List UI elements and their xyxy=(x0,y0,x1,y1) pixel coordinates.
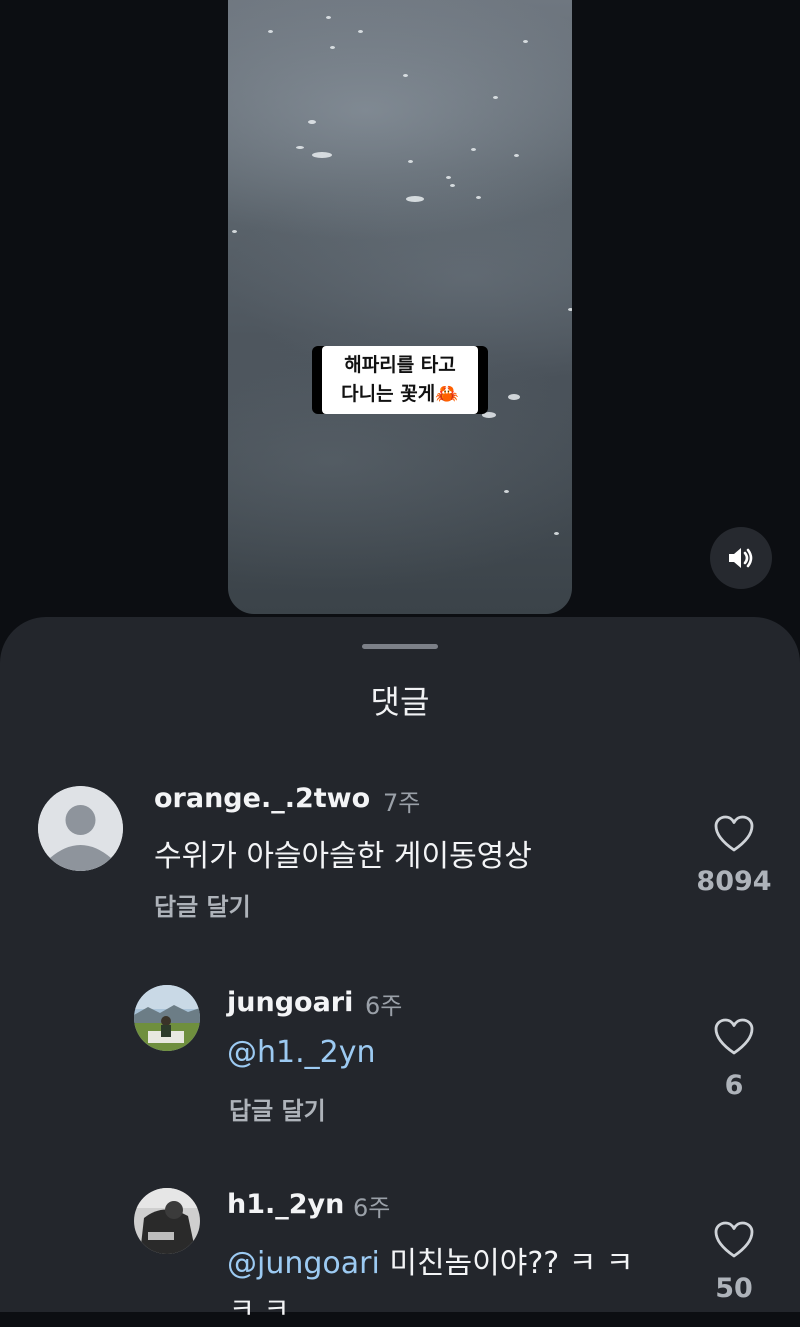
comment-text: 수위가 아슬아슬한 게이동영상 xyxy=(154,839,532,874)
sheet-drag-handle[interactable] xyxy=(362,644,438,649)
comments-sheet: 댓글 orange._.2two 7주 수위가 아슬아슬한 게이동영상 답글 달… xyxy=(0,617,800,1325)
speaker-on-icon xyxy=(729,548,753,568)
sheet-title: 댓글 xyxy=(370,683,430,721)
comment-text-continued: ㅋ ㅋ xyxy=(229,1292,290,1325)
avatar[interactable] xyxy=(38,786,123,871)
landscape-photo-avatar xyxy=(134,985,200,1051)
comment-time: 6주 xyxy=(365,992,403,1020)
like-heart-icon[interactable] xyxy=(714,1018,754,1056)
sound-toggle-button[interactable] xyxy=(710,527,772,589)
comment-text: @jungoari 미친놈이야?? ㅋ ㅋ xyxy=(227,1246,634,1281)
like-count: 50 xyxy=(715,1273,753,1304)
avatar[interactable] xyxy=(134,1188,200,1254)
comment-username[interactable]: jungoari xyxy=(227,987,353,1018)
comment-username[interactable]: h1._2yn xyxy=(227,1189,344,1220)
comment-text: @h1._2yn xyxy=(227,1035,376,1070)
like-count: 6 xyxy=(724,1070,744,1101)
reply-button[interactable]: 답글 달기 xyxy=(229,1091,326,1126)
caption-line-1: 해파리를 타고 xyxy=(344,354,456,376)
like-heart-icon[interactable] xyxy=(714,1221,754,1259)
video-player[interactable] xyxy=(228,0,572,614)
dark-photo-avatar xyxy=(134,1188,200,1254)
mention-link[interactable]: @h1._2yn xyxy=(227,1035,376,1070)
caption-line-2: 다니는 꽃게🦀 xyxy=(341,383,459,405)
like-heart-icon[interactable] xyxy=(714,815,754,853)
like-count: 8094 xyxy=(696,866,772,897)
comment-time: 6주 xyxy=(353,1194,391,1222)
video-caption: 해파리를 타고 다니는 꽃게🦀 xyxy=(322,346,478,414)
mention-link[interactable]: @jungoari xyxy=(227,1246,380,1281)
comment-username[interactable]: orange._.2two xyxy=(154,783,370,814)
reply-button[interactable]: 답글 달기 xyxy=(154,887,251,922)
avatar[interactable] xyxy=(134,985,200,1051)
default-avatar-icon xyxy=(38,786,123,871)
comment-time: 7주 xyxy=(383,789,421,817)
